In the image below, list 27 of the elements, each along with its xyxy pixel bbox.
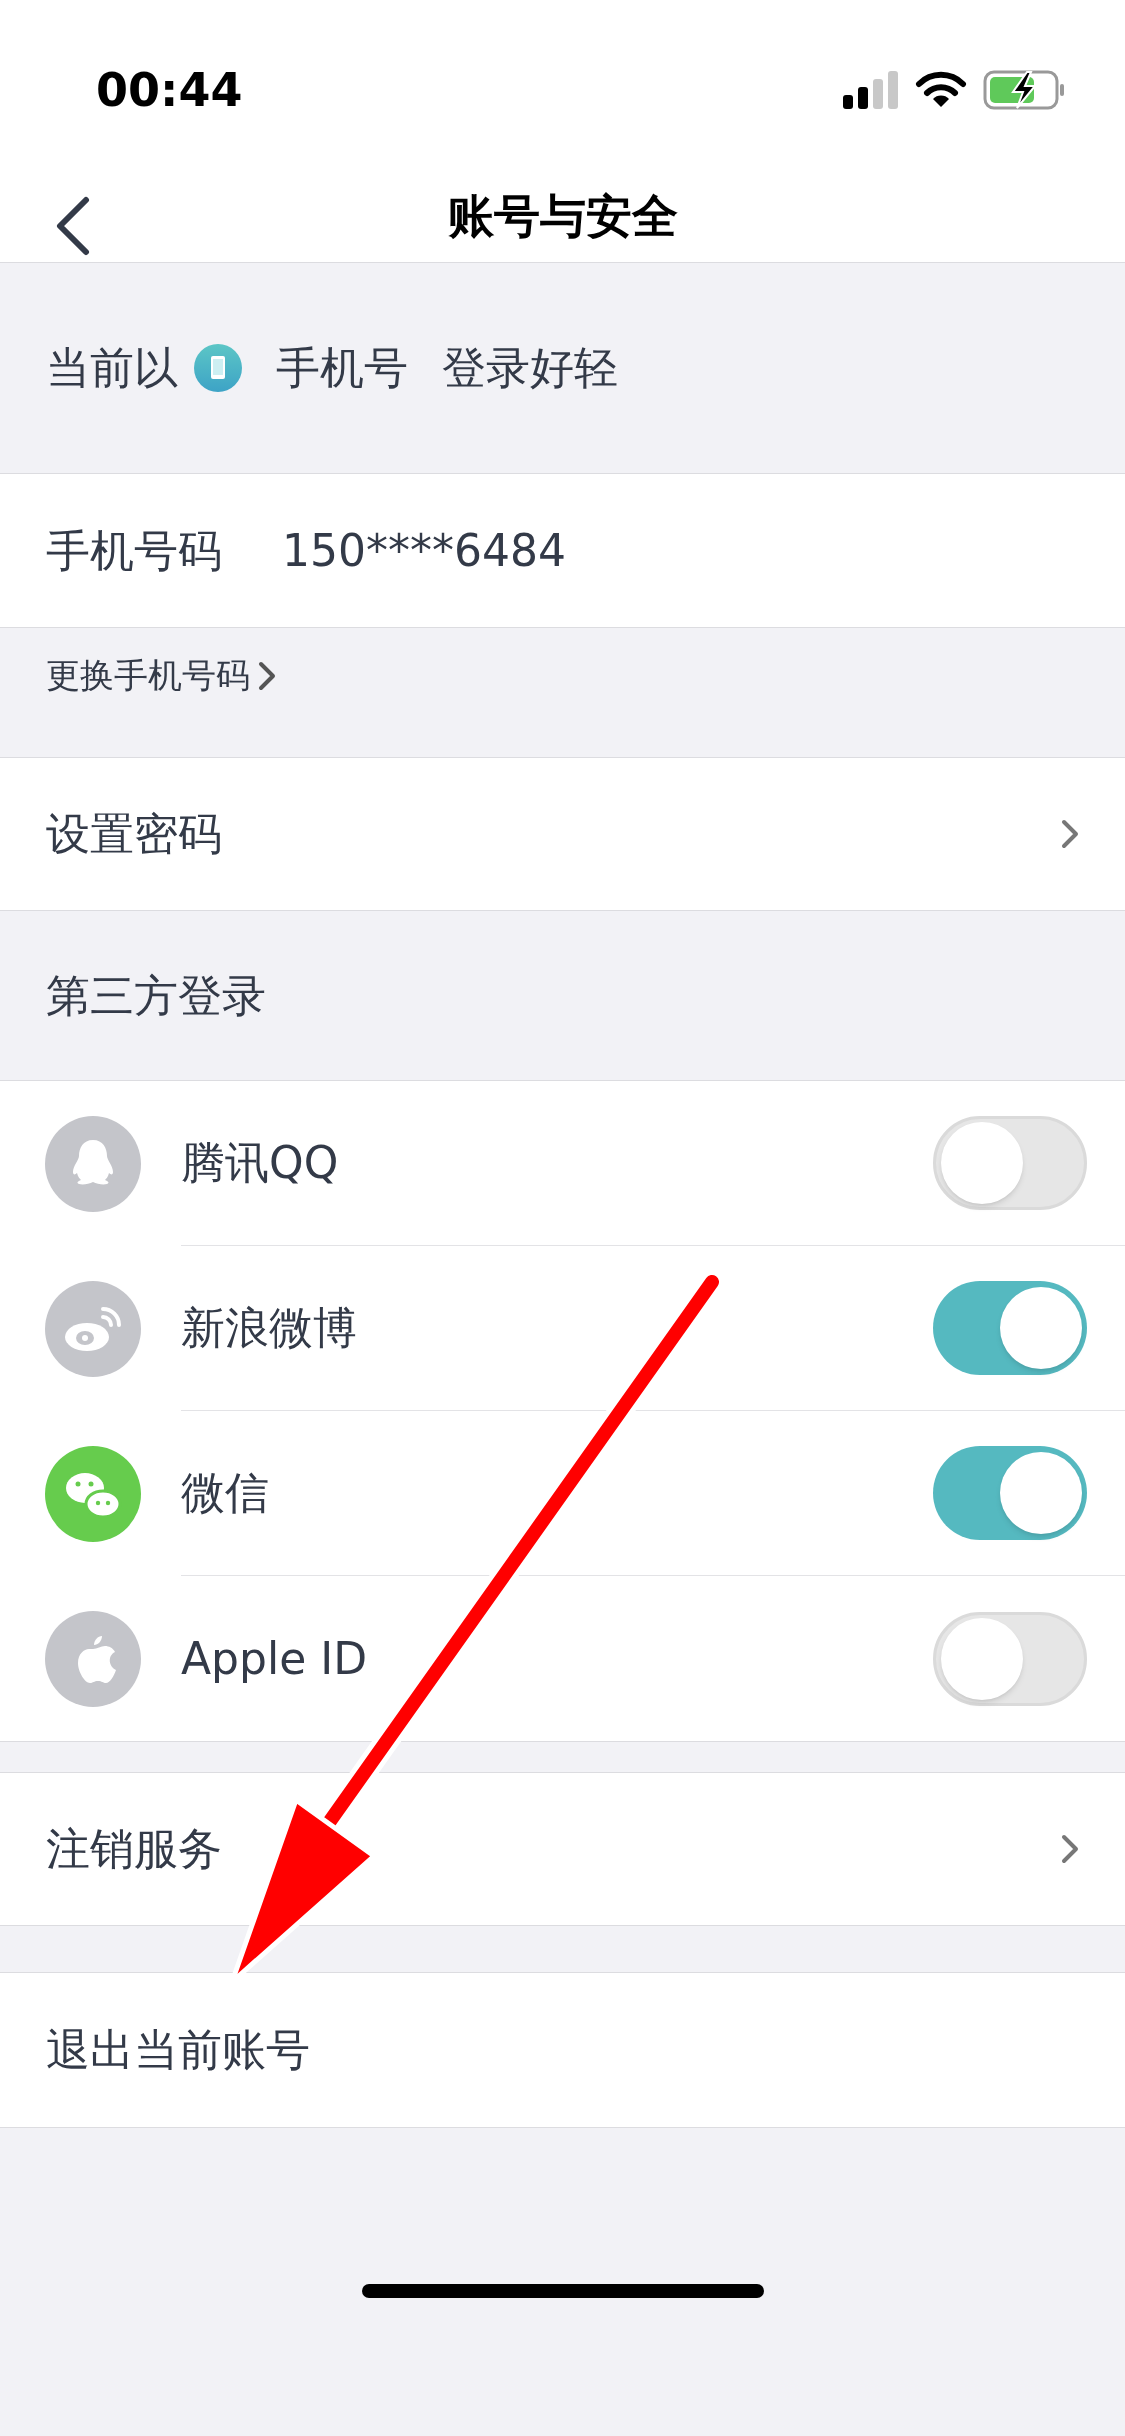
- wifi-icon: [915, 71, 967, 109]
- status-time: 00:44: [96, 61, 243, 119]
- signal-icon: [843, 71, 899, 109]
- battery-charging-icon: [983, 70, 1065, 110]
- logout-button[interactable]: 退出当前账号: [0, 1972, 1125, 2128]
- chevron-right-icon: [258, 660, 276, 691]
- chat-bubbles-icon: [45, 1445, 141, 1542]
- chevron-right-icon: [1061, 1834, 1079, 1864]
- phone-number: 150****6484: [282, 523, 566, 578]
- penguin-icon: [45, 1115, 141, 1212]
- login-info-prefix: 当前以: [46, 341, 178, 395]
- page-title: 账号与安全: [447, 187, 678, 245]
- account-label: 腾讯QQ: [181, 1136, 339, 1190]
- cancel-service-row[interactable]: 注销服务: [0, 1772, 1125, 1926]
- phone-badge-icon: [194, 344, 242, 392]
- login-info-suffix: 登录好轻: [442, 341, 618, 395]
- phone-label: 手机号码: [46, 523, 222, 578]
- account-label: 新浪微博: [181, 1301, 357, 1355]
- weibo-icon: [45, 1280, 141, 1377]
- apple-icon: [45, 1610, 141, 1707]
- section-title: 第三方登录: [46, 968, 266, 1023]
- account-label: 微信: [181, 1466, 269, 1520]
- login-method: 手机号: [276, 341, 408, 395]
- account-label: Apple ID: [181, 1631, 368, 1686]
- set-password-row[interactable]: 设置密码: [0, 757, 1125, 911]
- chevron-right-icon: [1061, 819, 1079, 849]
- change-phone-link[interactable]: 更换手机号码: [46, 650, 276, 701]
